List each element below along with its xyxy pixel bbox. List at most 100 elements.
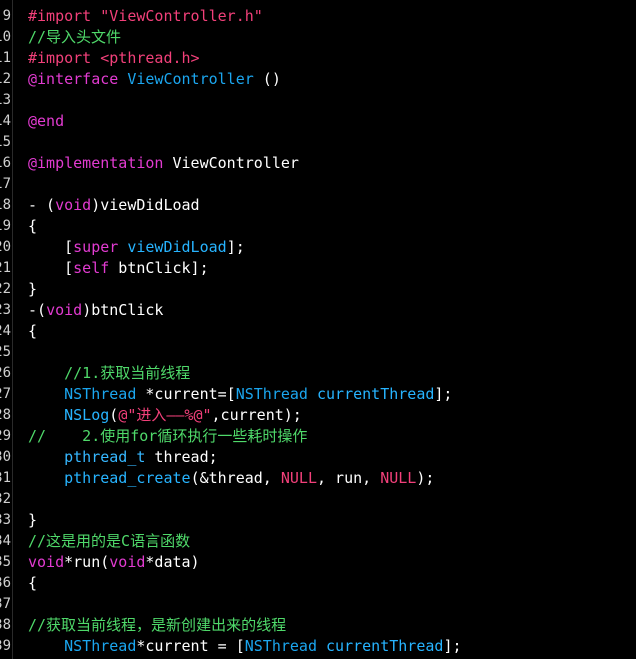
code-line[interactable]: 35void*run(void*data) bbox=[0, 552, 636, 573]
code-text[interactable]: //这是用的是C语言函数 bbox=[28, 531, 190, 552]
code-token: ]; bbox=[434, 385, 453, 403]
code-token: @end bbox=[28, 112, 65, 130]
code-text[interactable]: { bbox=[28, 321, 37, 342]
code-token: super bbox=[73, 238, 119, 256]
code-text[interactable]: NSLog(@"进入——%@",current); bbox=[28, 405, 302, 426]
code-line[interactable]: 30 pthread_t thread; bbox=[0, 447, 636, 468]
code-token: //1.获取当前线程 bbox=[28, 364, 191, 382]
code-line[interactable]: 38 //获取当前线程，是新创建出来的线程 bbox=[0, 615, 636, 636]
code-line[interactable]: 29 // 2.使用for循环执行一些耗时操作 bbox=[0, 426, 636, 447]
code-token: *data) bbox=[145, 553, 200, 571]
code-line[interactable]: 28 NSLog(@"进入——%@",current); bbox=[0, 405, 636, 426]
code-token: *run( bbox=[64, 553, 110, 571]
code-text[interactable]: } bbox=[28, 279, 37, 300]
code-line[interactable]: 10 //导入头文件 bbox=[0, 27, 636, 48]
code-line[interactable]: 15 bbox=[0, 132, 636, 153]
code-line[interactable]: 18 - (void)viewDidLoad bbox=[0, 195, 636, 216]
code-token: - ( bbox=[28, 196, 56, 214]
code-line[interactable]: 24 { bbox=[0, 321, 636, 342]
code-text[interactable]: #import "ViewController.h" bbox=[28, 6, 263, 27]
code-line[interactable]: 37 bbox=[0, 594, 636, 615]
code-token: ,current); bbox=[211, 406, 302, 424]
code-line[interactable]: 33} bbox=[0, 510, 636, 531]
code-text[interactable]: // 2.使用for循环执行一些耗时操作 bbox=[28, 426, 307, 447]
code-text[interactable]: pthread_create(&thread, NULL, run, NULL)… bbox=[28, 468, 434, 489]
line-number: 18 bbox=[0, 197, 11, 213]
line-number: 14 bbox=[0, 113, 11, 129]
code-text[interactable]: { bbox=[28, 216, 37, 237]
code-line[interactable]: 36 { bbox=[0, 573, 636, 594]
code-text[interactable]: - (void)viewDidLoad bbox=[28, 195, 200, 216]
code-text[interactable]: @implementation ViewController bbox=[28, 153, 299, 174]
code-line[interactable]: 31 pthread_create(&thread, NULL, run, NU… bbox=[0, 468, 636, 489]
line-number: 17 bbox=[0, 176, 11, 192]
code-line[interactable]: 9 #import "ViewController.h" bbox=[0, 6, 636, 27]
line-number: 20 bbox=[0, 239, 11, 255]
code-text[interactable]: NSThread*current = [NSThread currentThre… bbox=[28, 636, 461, 657]
code-text[interactable]: //1.获取当前线程 bbox=[28, 363, 190, 384]
line-number: 32 bbox=[0, 491, 11, 507]
code-token: { bbox=[28, 574, 38, 592]
code-line[interactable]: 11 #import <pthread.h> bbox=[0, 48, 636, 69]
code-line[interactable]: 20 [super viewDidLoad]; bbox=[0, 237, 636, 258]
line-number: 23 bbox=[0, 302, 11, 318]
code-text[interactable]: #import <pthread.h> bbox=[28, 48, 200, 69]
code-line[interactable]: 32 bbox=[0, 489, 636, 510]
code-token: } bbox=[28, 280, 38, 298]
code-text[interactable]: //获取当前线程，是新创建出来的线程 bbox=[28, 615, 286, 636]
code-token: *current = [ bbox=[136, 637, 245, 655]
code-text[interactable]: //导入头文件 bbox=[28, 27, 121, 48]
line-number: 33 bbox=[0, 512, 11, 528]
code-text[interactable]: pthread_t thread; bbox=[28, 447, 218, 468]
code-token: ( bbox=[109, 406, 119, 424]
code-token: { bbox=[28, 322, 38, 340]
code-token: NSLog bbox=[64, 406, 110, 424]
line-number: 35 bbox=[0, 554, 11, 570]
code-line[interactable]: 17 bbox=[0, 174, 636, 195]
code-editor[interactable]: 9 #import "ViewController.h" 10 //导入头文件 11 #i… bbox=[0, 0, 636, 659]
code-line[interactable]: 14 @end bbox=[0, 111, 636, 132]
code-line[interactable]: 27 NSThread *current=[NSThread currentTh… bbox=[0, 384, 636, 405]
code-token: currentThread bbox=[326, 637, 444, 655]
line-number: 37 bbox=[0, 596, 11, 612]
code-token: @"进入——%@" bbox=[118, 406, 212, 424]
line-number: 11 bbox=[0, 50, 11, 66]
code-text[interactable]: [self btnClick]; bbox=[28, 258, 209, 279]
code-text[interactable]: void*run(void*data) bbox=[28, 552, 200, 573]
code-line[interactable]: 39 NSThread*current = [NSThread currentT… bbox=[0, 636, 636, 657]
code-line[interactable]: 19 { bbox=[0, 216, 636, 237]
code-text[interactable]: @interface ViewController () bbox=[28, 69, 281, 90]
code-token: { bbox=[28, 217, 38, 235]
code-line[interactable]: 26 //1.获取当前线程 bbox=[0, 363, 636, 384]
code-line[interactable]: 16 @implementation ViewController bbox=[0, 153, 636, 174]
code-text[interactable]: { bbox=[28, 573, 37, 594]
code-text[interactable]: } bbox=[28, 510, 37, 531]
code-text[interactable]: NSThread *current=[NSThread currentThrea… bbox=[28, 384, 452, 405]
code-line[interactable]: 23 -(void)btnClick bbox=[0, 300, 636, 321]
code-line[interactable]: 22} bbox=[0, 279, 636, 300]
code-line[interactable]: 12 @interface ViewController () bbox=[0, 69, 636, 90]
code-token: viewDidLoad bbox=[127, 238, 227, 256]
code-token: void bbox=[28, 553, 65, 571]
code-text[interactable]: @end bbox=[28, 111, 64, 132]
code-line[interactable]: 21 [self btnClick]; bbox=[0, 258, 636, 279]
code-token: [ bbox=[28, 259, 74, 277]
code-line[interactable]: 25 bbox=[0, 342, 636, 363]
code-text[interactable]: -(void)btnClick bbox=[28, 300, 163, 321]
code-text[interactable]: [super viewDidLoad]; bbox=[28, 237, 245, 258]
code-token: #import "ViewController.h" bbox=[28, 7, 263, 25]
code-token: ); bbox=[416, 469, 435, 487]
code-token: //导入头文件 bbox=[28, 28, 122, 46]
line-number: 31 bbox=[0, 470, 11, 486]
line-number: 19 bbox=[0, 218, 11, 234]
code-token: void bbox=[46, 301, 83, 319]
code-token: // 2.使用for循环执行一些耗时操作 bbox=[28, 427, 308, 445]
line-number: 38 bbox=[0, 617, 11, 633]
code-line[interactable]: 13 bbox=[0, 90, 636, 111]
code-token: currentThread bbox=[317, 385, 435, 403]
code-token: [ bbox=[28, 238, 74, 256]
code-line[interactable]: 34 //这是用的是C语言函数 bbox=[0, 531, 636, 552]
